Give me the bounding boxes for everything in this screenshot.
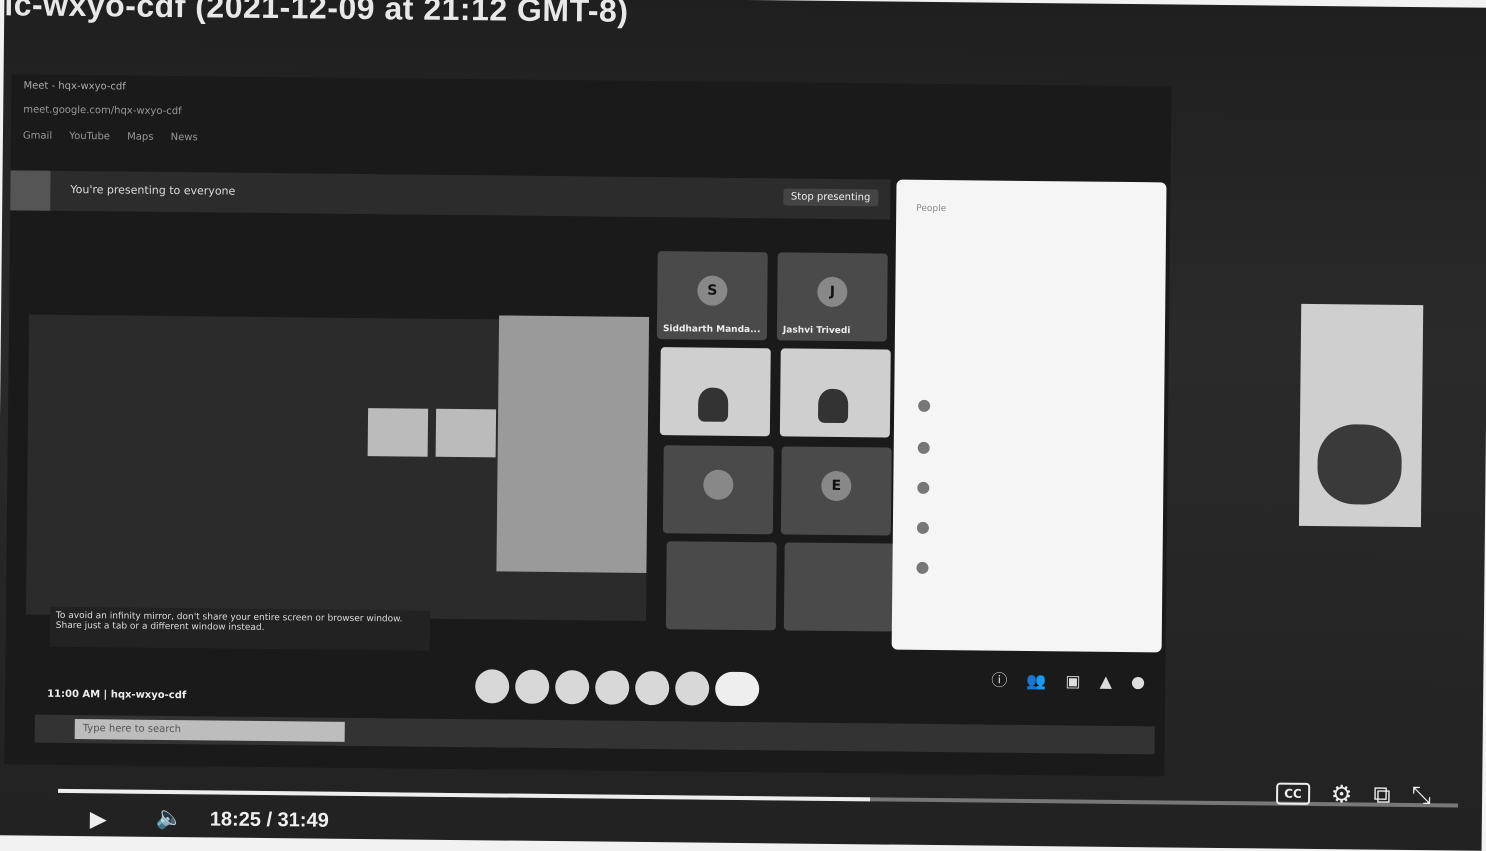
participant-avatar	[703, 469, 734, 500]
mirror-tile	[435, 408, 497, 458]
presenting-banner: You're presenting to everyone	[70, 182, 236, 198]
miniplayer-icon[interactable]: ⧉	[1373, 781, 1390, 809]
bookmark-news[interactable]: News	[171, 132, 198, 143]
participant-row-icon	[918, 399, 931, 412]
participant-name: Siddharth Manda...	[662, 324, 761, 336]
mirror-tile	[367, 408, 429, 457]
bookmark-youtube[interactable]: YouTube	[69, 131, 110, 142]
captions-button[interactable]	[555, 670, 590, 705]
participant-avatar: E	[821, 470, 852, 502]
participant-tile[interactable]	[783, 542, 895, 632]
info-icon[interactable]: ⓘ	[991, 671, 1007, 690]
infinity-mirror-warning: To avoid an infinity mirror, don't share…	[49, 606, 431, 651]
captions-toggle-button[interactable]: CC	[1276, 782, 1310, 805]
video-progress-fill	[58, 788, 871, 802]
player-right-controls: CC ⚙ ⧉ ⤡	[1276, 780, 1447, 810]
participant-row-icon	[917, 441, 930, 454]
bookmarks-bar: Gmail YouTube Maps News	[23, 130, 1163, 158]
shared-screen-content	[25, 314, 650, 621]
participant-tile[interactable]	[665, 541, 777, 631]
gear-icon[interactable]: ⚙	[1331, 780, 1353, 808]
panel-title: People	[916, 203, 947, 215]
participant-tile[interactable]	[659, 347, 771, 437]
activities-icon[interactable]: ▲	[1100, 672, 1113, 691]
participant-avatar: J	[817, 276, 848, 308]
camera-button[interactable]	[515, 669, 550, 704]
browser-tab[interactable]: Meet - hqx-wxyo-cdf	[23, 80, 125, 92]
video-progress-bar[interactable]	[58, 788, 1459, 808]
presenting-bar: You're presenting to everyone Stop prese…	[10, 170, 891, 220]
participant-avatar: S	[697, 275, 728, 306]
more-options-button[interactable]	[675, 671, 710, 706]
people-icon[interactable]: 👥	[1026, 671, 1046, 690]
participant-grid: S Siddharth Manda... J Jashvi Trivedi E	[656, 251, 895, 632]
lock-icon[interactable]: ●	[1131, 672, 1145, 691]
participant-video	[697, 387, 729, 422]
chat-icon[interactable]: ▣	[1065, 671, 1080, 690]
bookmark-gmail[interactable]: Gmail	[23, 130, 52, 141]
participant-tile[interactable]: J Jashvi Trivedi	[776, 252, 888, 342]
raise-hand-button[interactable]	[595, 670, 630, 705]
recorded-browser-window: Meet - hqx-wxyo-cdf meet.google.com/hqx-…	[4, 74, 1172, 777]
leave-call-button[interactable]	[715, 671, 760, 707]
photographed-screen: ic-wxyo-cdf (2021-12-09 at 21:12 GMT-8) …	[0, 0, 1486, 851]
webcam-selfview	[1298, 303, 1424, 528]
video-time: 18:25 / 31:49	[209, 808, 329, 832]
participant-row-icon	[916, 561, 929, 574]
participant-tile[interactable]	[662, 445, 774, 535]
selfview-person	[1317, 424, 1403, 505]
participant-row-icon	[916, 521, 929, 534]
present-button[interactable]	[635, 670, 670, 706]
taskbar-search-input[interactable]: Type here to search	[74, 719, 345, 742]
participant-video	[817, 388, 849, 424]
mic-button[interactable]	[475, 669, 510, 704]
exit-fullscreen-icon[interactable]: ⤡	[1412, 781, 1431, 809]
meeting-details: 11:00 AM | hqx-wxyo-cdf	[47, 688, 187, 702]
participant-tile[interactable]: E	[780, 446, 892, 536]
stop-presenting-button[interactable]: Stop presenting	[782, 188, 879, 207]
present-icon	[10, 170, 51, 211]
participant-tile[interactable]	[779, 348, 891, 438]
people-panel: People	[891, 179, 1167, 653]
bookmark-maps[interactable]: Maps	[127, 132, 153, 143]
play-icon[interactable]: ▶	[90, 807, 107, 832]
windows-taskbar: Type here to search	[34, 714, 1155, 755]
mirror-panel	[496, 315, 650, 573]
volume-icon[interactable]: 🔈	[156, 806, 184, 831]
meet-side-controls: ⓘ 👥 ▣ ▲ ●	[991, 667, 1159, 693]
video-title: ic-wxyo-cdf (2021-12-09 at 21:12 GMT-8)	[4, 0, 629, 29]
participant-row-icon	[917, 481, 930, 494]
address-bar[interactable]: meet.google.com/hqx-wxyo-cdf	[23, 104, 1163, 134]
participant-tile[interactable]: S Siddharth Manda...	[656, 251, 768, 341]
participant-name: Jashvi Trivedi	[782, 325, 851, 337]
